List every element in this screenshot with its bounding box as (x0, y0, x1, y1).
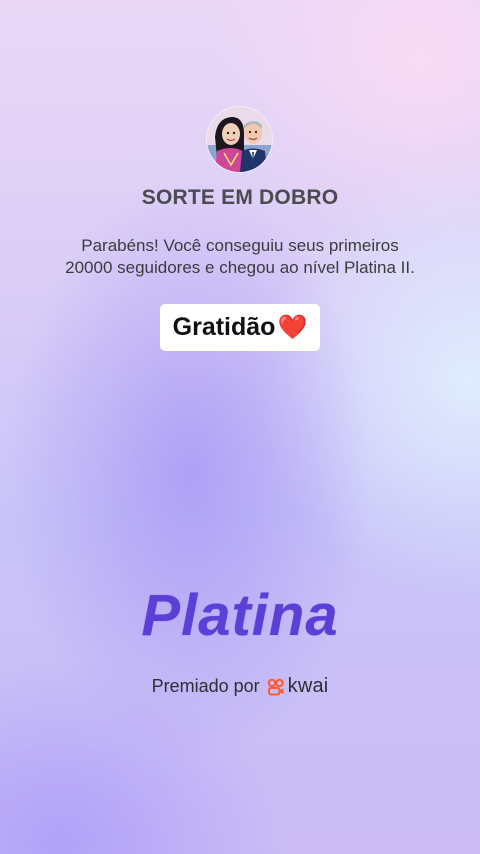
kwai-brand-name: kwai (287, 675, 329, 697)
heart-emoji: ❤️ (277, 314, 308, 341)
gratitude-badge: Gratidão ❤️ (160, 304, 320, 351)
achievement-title: SORTE EM DOBRO (141, 186, 339, 209)
avatar (207, 107, 272, 172)
achievement-message: Parabéns! Você conseguiu seus primeiros … (65, 236, 415, 277)
level-name: Platina (141, 583, 339, 648)
badge-text: Gratidão (172, 313, 276, 341)
powered-by-label: Premiado por (151, 676, 260, 696)
avatar-illustration (207, 107, 272, 172)
kwai-logo-icon (267, 678, 285, 696)
powered-by-footer: Premiado por kwai (0, 675, 480, 698)
